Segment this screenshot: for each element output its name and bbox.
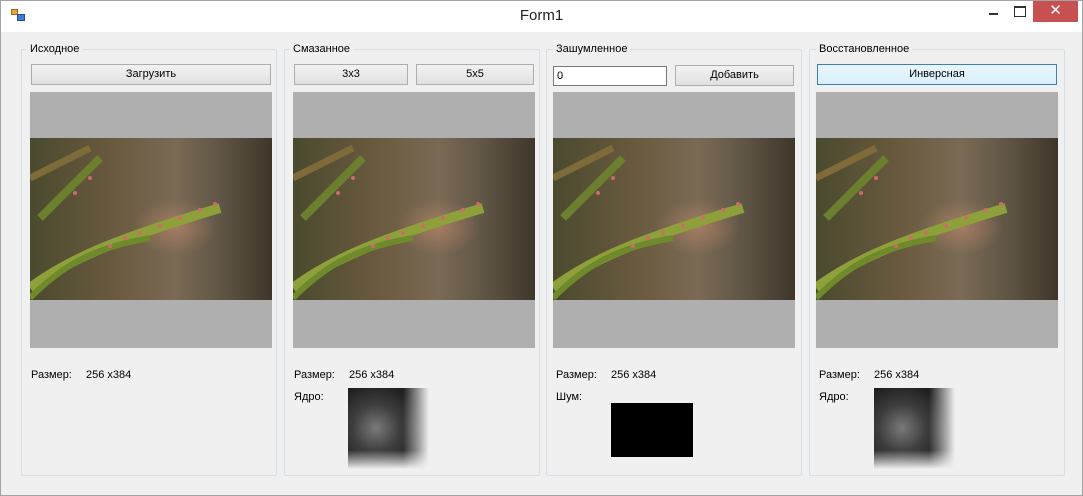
- restored-kernel-image: [874, 388, 955, 469]
- group-noisy-title: Зашумленное: [553, 41, 631, 57]
- main-window: Form1 ✕ Исходное Загрузить Размер: 256 x…: [0, 0, 1083, 496]
- noise-input[interactable]: 0: [553, 66, 667, 86]
- plant-image: [30, 144, 222, 300]
- noisy-image: [553, 138, 795, 300]
- restored-size-label: Размер:: [819, 369, 860, 381]
- close-button[interactable]: ✕: [1033, 1, 1078, 22]
- restored-size-value: 256 x384: [874, 369, 920, 381]
- original-picturebox: [30, 92, 272, 348]
- original-size-label: Размер:: [31, 369, 72, 381]
- original-size-value: 256 x384: [86, 369, 132, 381]
- title-bar[interactable]: Form1 ✕: [1, 1, 1082, 32]
- load-button[interactable]: Загрузить: [31, 64, 271, 85]
- noise-image: [611, 403, 693, 457]
- noisy-size-value: 256 x384: [611, 369, 657, 381]
- close-icon: ✕: [1049, 2, 1062, 19]
- noisy-picturebox: [553, 92, 795, 348]
- blurred-kernel-label: Ядро:: [294, 391, 324, 403]
- blur-5x5-button[interactable]: 5x5: [416, 64, 534, 85]
- group-blurred-title: Смазанное: [290, 41, 354, 57]
- group-original-title: Исходное: [27, 41, 83, 57]
- plant-image: [816, 144, 1008, 300]
- group-restored-title: Восстановленное: [816, 41, 913, 57]
- minimize-button[interactable]: [981, 1, 1007, 22]
- original-image: [30, 138, 272, 300]
- blurred-picturebox: [293, 92, 535, 348]
- blurred-image: [293, 138, 535, 300]
- noisy-size-label: Размер:: [556, 369, 597, 381]
- window-title: Form1: [519, 7, 564, 24]
- restored-picturebox: [816, 92, 1058, 348]
- restored-kernel-label: Ядро:: [819, 391, 849, 403]
- add-noise-button[interactable]: Добавить: [675, 65, 794, 86]
- plant-image: [293, 144, 485, 300]
- blurred-size-label: Размер:: [294, 369, 335, 381]
- restored-image: [816, 138, 1058, 300]
- noise-label: Шум:: [556, 391, 583, 403]
- blur-3x3-button[interactable]: 3x3: [294, 64, 408, 85]
- blurred-size-value: 256 x384: [349, 369, 395, 381]
- inverse-button[interactable]: Инверсная: [817, 64, 1057, 85]
- maximize-button[interactable]: [1007, 1, 1033, 22]
- blur-kernel-image: [348, 388, 429, 469]
- plant-image: [553, 144, 745, 300]
